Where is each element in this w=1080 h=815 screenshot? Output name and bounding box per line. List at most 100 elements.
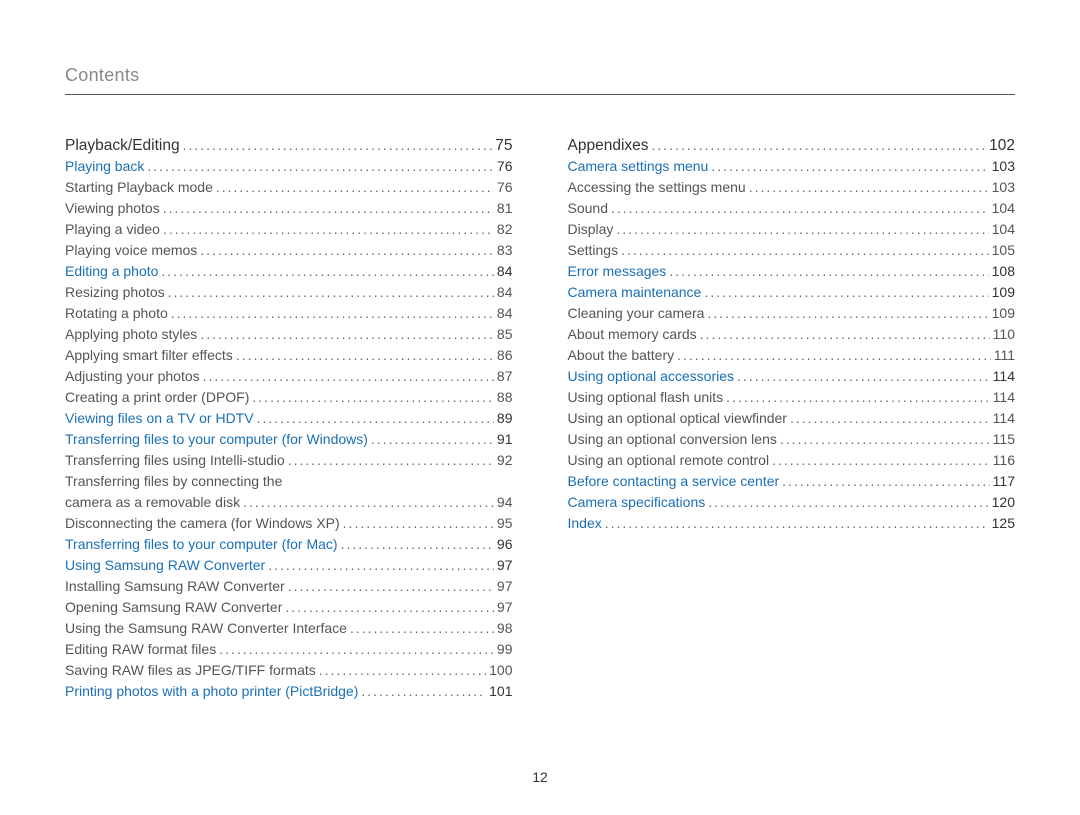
toc-entry-page: 76 (497, 177, 513, 198)
toc-entry-label: Camera maintenance (568, 282, 702, 303)
leader-dots: ........................................… (319, 660, 486, 681)
toc-entry-label: Creating a print order (DPOF) (65, 387, 249, 408)
toc-entry-page: 111 (994, 345, 1015, 366)
toc-entry-label: Before contacting a service center (568, 471, 780, 492)
toc-entry-label: Viewing files on a TV or HDTV (65, 408, 254, 429)
toc-entry-label: Error messages (568, 261, 667, 282)
toc-entry[interactable]: Editing a photo ........................… (65, 261, 513, 282)
toc-entry-page: 96 (497, 534, 513, 555)
toc-entry[interactable]: Error messages .........................… (568, 261, 1016, 282)
toc-entry: Accessing the settings menu ............… (568, 177, 1016, 198)
leader-dots: ........................................… (737, 366, 990, 387)
toc-entry-label: Display (568, 219, 614, 240)
toc-entry-label: Adjusting your photos (65, 366, 200, 387)
toc-entry[interactable]: Using optional accessories .............… (568, 366, 1016, 387)
toc-entry[interactable]: Before contacting a service center .....… (568, 471, 1016, 492)
toc-entry[interactable]: Index ..................................… (568, 513, 1016, 534)
leader-dots: ........................................… (236, 345, 494, 366)
leader-dots: ........................................… (163, 219, 494, 240)
leader-dots: ........................................… (711, 156, 988, 177)
leader-dots: ........................................… (343, 513, 494, 534)
leader-dots: ........................................… (243, 492, 494, 513)
leader-dots: ........................................… (183, 135, 493, 156)
toc-entry-label: Index (568, 513, 602, 534)
leader-dots: ........................................… (605, 513, 989, 534)
toc-entry-label: Applying smart filter effects (65, 345, 233, 366)
toc-entry: Viewing photos .........................… (65, 198, 513, 219)
toc-entry-label: Camera specifications (568, 492, 706, 513)
toc-entry-page: 100 (489, 660, 512, 681)
toc-entry-label: About the battery (568, 345, 675, 366)
toc-entry-label: Starting Playback mode (65, 177, 213, 198)
toc-entry-label: Settings (568, 240, 619, 261)
toc-entry: Creating a print order (DPOF) ..........… (65, 387, 513, 408)
leader-dots: ........................................… (200, 240, 494, 261)
leader-dots: ........................................… (371, 429, 494, 450)
toc-entry-continuation: camera as a removable disk .............… (65, 492, 513, 513)
toc-entry-label: Using the Samsung RAW Converter Interfac… (65, 618, 347, 639)
toc-entry-label: Playback/Editing (65, 135, 180, 156)
toc-entry-page: 103 (992, 177, 1015, 198)
toc-entry-label: Applying photo styles (65, 324, 197, 345)
toc-entry-page: 104 (992, 219, 1015, 240)
leader-dots: ........................................… (726, 387, 990, 408)
toc-entry: Playback/Editing .......................… (65, 135, 513, 156)
toc-entry-label: Camera settings menu (568, 156, 709, 177)
toc-entry[interactable]: Transferring files to your computer (for… (65, 534, 513, 555)
toc-entry[interactable]: Using Samsung RAW Converter ............… (65, 555, 513, 576)
toc-entry-page: 115 (993, 429, 1015, 450)
toc-entry-page: 95 (497, 513, 513, 534)
leader-dots: ........................................… (163, 198, 494, 219)
toc-entry-label: Appendixes (568, 135, 649, 156)
leader-dots: ........................................… (616, 219, 988, 240)
toc-entry-label: Installing Samsung RAW Converter (65, 576, 285, 597)
toc-entry-page: 99 (497, 639, 513, 660)
toc-entry: Applying smart filter effects ..........… (65, 345, 513, 366)
toc-entry-page: 114 (993, 408, 1015, 429)
toc-entry: Settings ...............................… (568, 240, 1016, 261)
toc-entry[interactable]: Camera settings menu ...................… (568, 156, 1016, 177)
toc-entry-label: Transferring files to your computer (for… (65, 429, 368, 450)
toc-entry-label: Printing photos with a photo printer (Pi… (65, 681, 358, 702)
toc-entry-page: 86 (497, 345, 513, 366)
toc-entry-label: Transferring files by connecting the (65, 471, 513, 492)
leader-dots: ........................................… (621, 240, 989, 261)
toc-entry[interactable]: Camera specifications ..................… (568, 492, 1016, 513)
toc-entry-page: 101 (489, 681, 512, 702)
leader-dots: ........................................… (780, 429, 990, 450)
toc-entry-label: Playing a video (65, 219, 160, 240)
leader-dots: ........................................… (252, 387, 494, 408)
toc-entry-label: Saving RAW files as JPEG/TIFF formats (65, 660, 316, 681)
page-number: 12 (0, 769, 1080, 785)
toc-entry-page: 97 (497, 555, 513, 576)
leader-dots: ........................................… (200, 324, 494, 345)
toc-entry-label: Transferring files to your computer (for… (65, 534, 338, 555)
toc-entry[interactable]: Transferring files to your computer (for… (65, 429, 513, 450)
toc-entry: Playing voice memos ....................… (65, 240, 513, 261)
toc-entry-page: 108 (992, 261, 1015, 282)
leader-dots: ........................................… (611, 198, 989, 219)
page-title: Contents (65, 65, 1015, 95)
toc-entry: Display ................................… (568, 219, 1016, 240)
toc-entry-page: 114 (993, 366, 1015, 387)
toc-entry-page: 105 (992, 240, 1015, 261)
toc-entry[interactable]: Camera maintenance .....................… (568, 282, 1016, 303)
toc-entry-page: 84 (497, 303, 513, 324)
toc-entry[interactable]: Printing photos with a photo printer (Pi… (65, 681, 513, 702)
leader-dots: ........................................… (790, 408, 990, 429)
toc-entry-label: Disconnecting the camera (for Windows XP… (65, 513, 340, 534)
toc-entry: Installing Samsung RAW Converter .......… (65, 576, 513, 597)
toc-entry: Transferring files by connecting thecame… (65, 471, 513, 513)
toc-entry[interactable]: Viewing files on a TV or HDTV ..........… (65, 408, 513, 429)
toc-entry: Using an optional remote control .......… (568, 450, 1016, 471)
toc-column-right: Appendixes .............................… (568, 135, 1016, 702)
toc-entry[interactable]: Playing back ...........................… (65, 156, 513, 177)
toc-entry-page: 120 (992, 492, 1015, 513)
toc-entry: Rotating a photo .......................… (65, 303, 513, 324)
leader-dots: ........................................… (700, 324, 990, 345)
toc-entry-page: 103 (992, 156, 1015, 177)
toc-entry-label: Transferring files using Intelli-studio (65, 450, 285, 471)
toc-entry-label: Resizing photos (65, 282, 165, 303)
leader-dots: ........................................… (171, 303, 494, 324)
toc-entry-page: 114 (993, 387, 1015, 408)
